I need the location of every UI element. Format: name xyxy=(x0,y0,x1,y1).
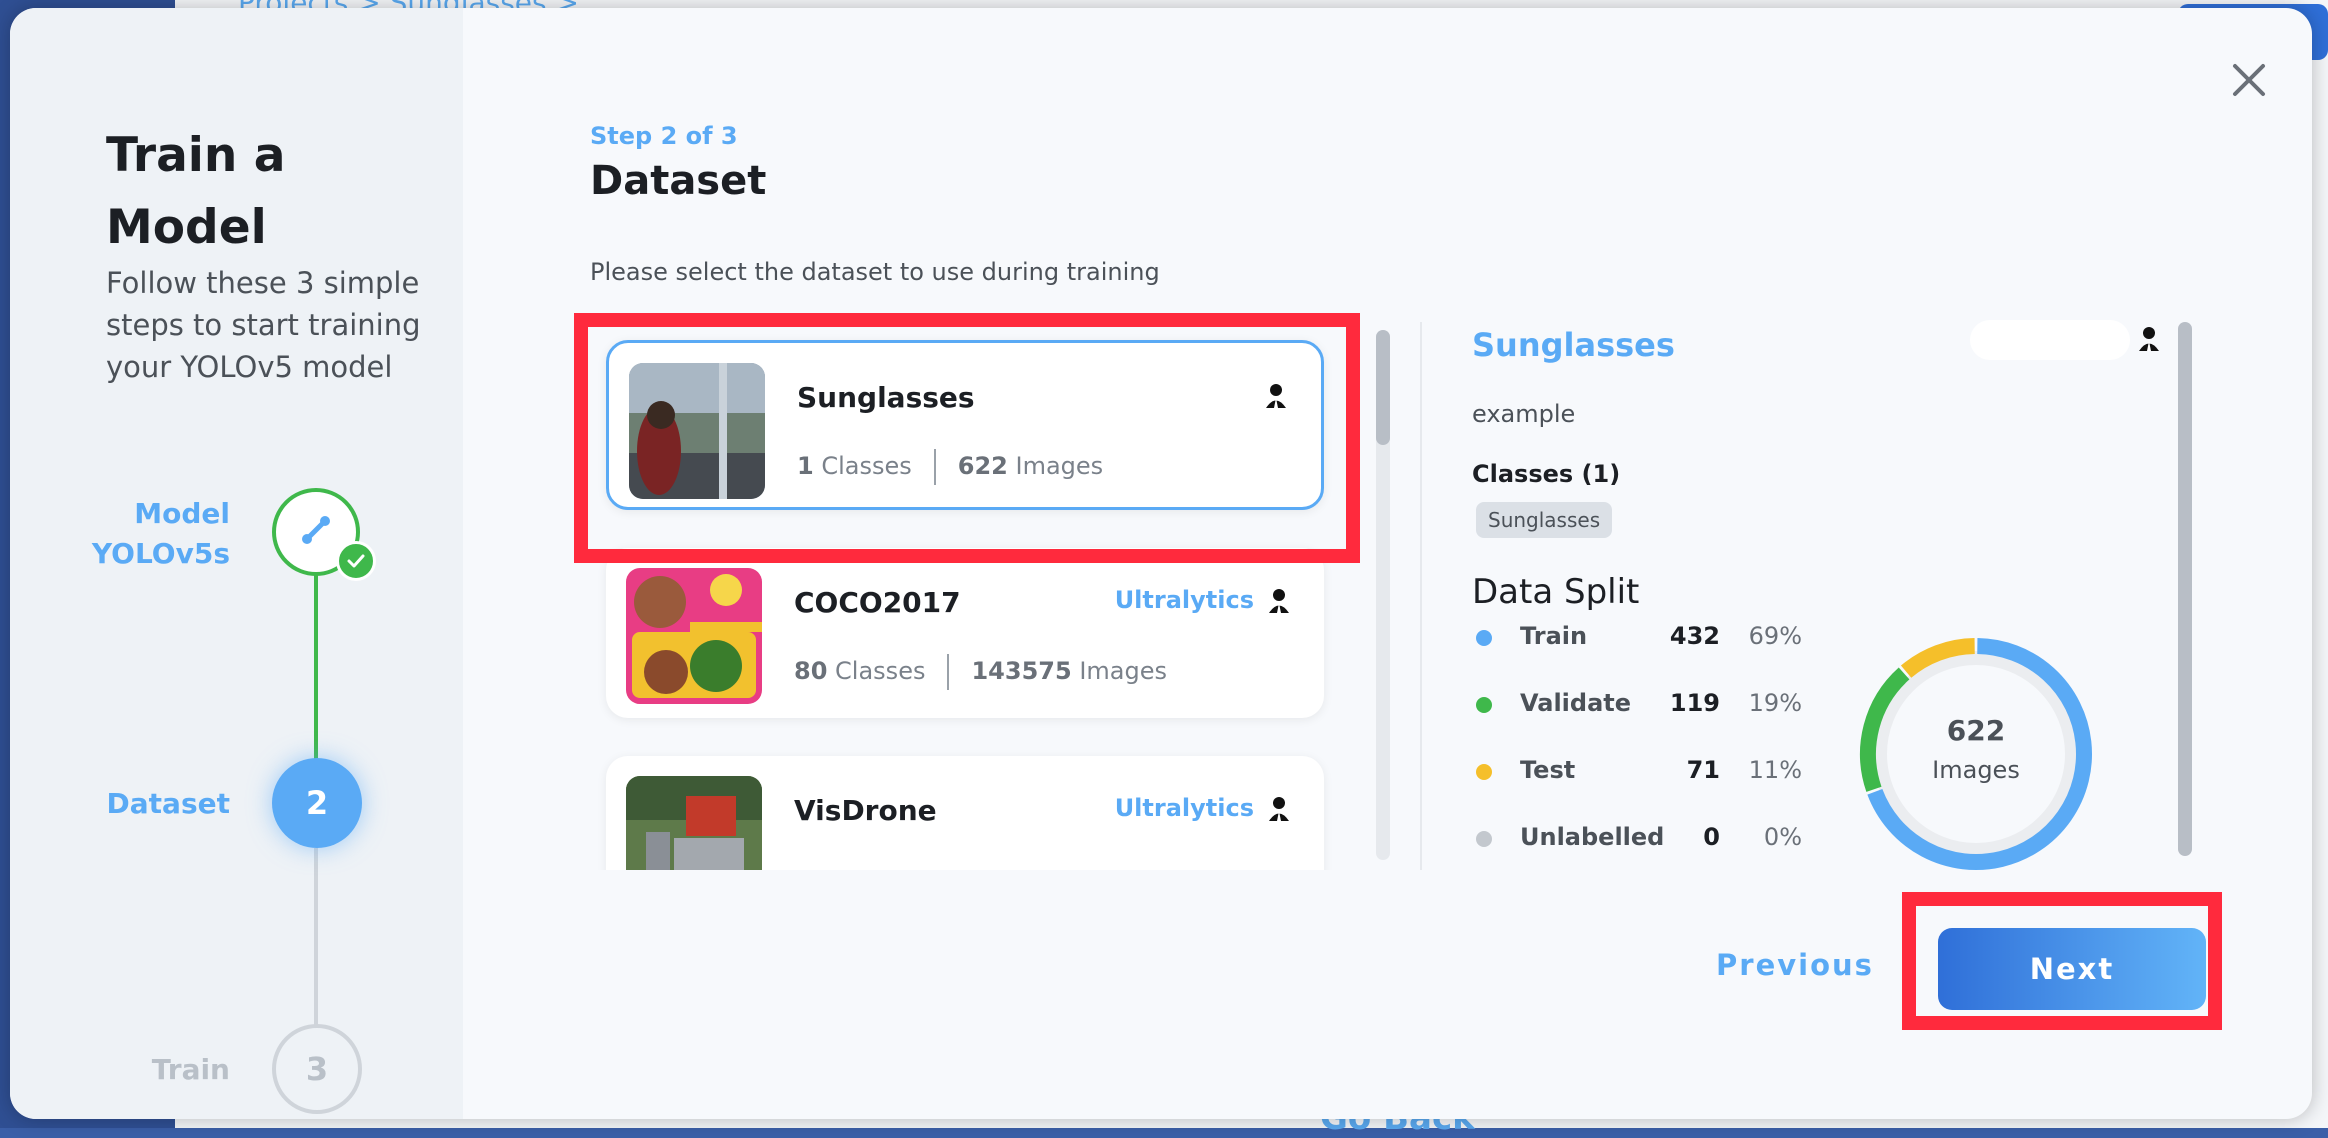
donut-center xyxy=(1888,666,2064,842)
donut-total-label: Images xyxy=(1932,756,2020,784)
split-label: Validate xyxy=(1520,689,1632,717)
donut-total: 622 xyxy=(1946,714,2006,747)
data-split-donut xyxy=(1860,638,2092,870)
pane-divider xyxy=(1420,322,1422,870)
dataset-owner: Ultralytics xyxy=(1114,794,1254,822)
dataset-classes-label: Classes xyxy=(835,657,926,685)
next-button[interactable]: Next xyxy=(1938,928,2206,1010)
dataset-classes-count: 1 xyxy=(797,452,814,480)
page-title: Dataset xyxy=(590,158,767,204)
dataset-stats: 1 Classes 622 Images xyxy=(797,449,1103,485)
legend-dot xyxy=(1476,764,1492,780)
dataset-owner-redacted xyxy=(1109,377,1259,421)
previous-button[interactable]: Previous xyxy=(1710,948,1880,992)
selected-dataset-description: example xyxy=(1472,400,1576,428)
step-label-train[interactable]: Train xyxy=(70,1050,230,1090)
user-icon xyxy=(1269,589,1289,613)
stats-divider xyxy=(933,449,936,485)
close-button[interactable] xyxy=(2225,56,2273,104)
dataset-owner: Ultralytics xyxy=(1114,586,1254,614)
close-icon xyxy=(2233,64,2265,96)
stepper-line-complete xyxy=(314,544,318,762)
step-label-model-line1: Model xyxy=(134,497,230,530)
class-chip: Sunglasses xyxy=(1476,502,1613,538)
dataset-name: VisDrone xyxy=(794,794,937,827)
modal-subtitle: Follow these 3 simple steps to start tra… xyxy=(106,266,421,384)
split-label: Train xyxy=(1520,622,1588,650)
step-label-dataset[interactable]: Dataset xyxy=(70,784,230,824)
check-icon xyxy=(336,541,376,581)
dataset-thumbnail xyxy=(626,568,762,704)
dataset-classes-count: 80 xyxy=(794,657,828,685)
dataset-list-scrollbar-thumb[interactable] xyxy=(1376,330,1390,445)
split-percent: 19% xyxy=(1748,689,1802,717)
split-percent: 69% xyxy=(1748,622,1802,650)
split-row-validate: Validate 119 19% xyxy=(1472,685,1802,725)
link-icon xyxy=(298,512,334,552)
split-count: 0 xyxy=(1703,823,1720,851)
split-row-unlabelled: Unlabelled 0 0% xyxy=(1472,819,1802,859)
step-label-model-line2: YOLOv5s xyxy=(91,537,230,570)
split-percent: 0% xyxy=(1763,823,1802,851)
dataset-name: COCO2017 xyxy=(794,586,961,619)
legend-dot xyxy=(1476,831,1492,847)
split-count: 432 xyxy=(1669,622,1720,650)
user-icon xyxy=(1269,797,1289,821)
split-row-train: Train 432 69% xyxy=(1472,618,1802,658)
legend-dot xyxy=(1476,630,1492,646)
dataset-thumbnail xyxy=(629,363,765,499)
legend-dot xyxy=(1476,697,1492,713)
step-indicator: Step 2 of 3 xyxy=(590,122,738,150)
selected-dataset-name: Sunglasses xyxy=(1472,326,1675,364)
user-icon xyxy=(1266,384,1286,408)
dataset-images-count: 622 xyxy=(957,452,1008,480)
train-model-modal: Train a Model Follow these 3 simple step… xyxy=(10,8,2312,1119)
step-circle-train[interactable]: 3 xyxy=(272,1024,362,1114)
step-circle-dataset[interactable]: 2 xyxy=(272,758,362,848)
dataset-card-sunglasses[interactable]: Sunglasses 1 Classes 622 Images xyxy=(606,340,1324,510)
dataset-classes-label: Classes xyxy=(821,452,912,480)
split-label: Unlabelled xyxy=(1520,823,1665,851)
page-description: Please select the dataset to use during … xyxy=(590,258,1160,286)
stats-divider xyxy=(947,654,950,690)
dataset-name: Sunglasses xyxy=(797,381,975,414)
classes-heading: Classes (1) xyxy=(1472,460,1621,488)
dataset-list[interactable]: Sunglasses 1 Classes 622 Images COCO2017… xyxy=(576,320,1360,870)
split-row-test: Test 71 11% xyxy=(1472,752,1802,792)
step-label-model[interactable]: Model YOLOv5s xyxy=(70,494,230,574)
dataset-card-coco2017[interactable]: COCO2017 Ultralytics 80 Classes 143575 Im… xyxy=(606,548,1324,718)
dataset-stats: 80 Classes 143575 Images xyxy=(794,654,1167,690)
stepper-panel: Train a Model Follow these 3 simple step… xyxy=(10,8,463,1119)
split-count: 119 xyxy=(1669,689,1720,717)
dataset-list-scrollbar[interactable] xyxy=(1376,330,1390,860)
split-label: Test xyxy=(1520,756,1576,784)
dataset-images-label: Images xyxy=(1015,452,1104,480)
stepper-line-upcoming xyxy=(314,848,318,1028)
split-count: 71 xyxy=(1686,756,1720,784)
dataset-thumbnail xyxy=(626,776,762,870)
split-percent: 11% xyxy=(1748,756,1802,784)
details-scrollbar[interactable] xyxy=(2178,322,2192,856)
dataset-images-count: 143575 xyxy=(971,657,1072,685)
modal-title: Train a Model xyxy=(106,128,286,255)
data-split-heading: Data Split xyxy=(1472,572,1640,612)
user-icon xyxy=(2139,327,2159,351)
dataset-card-visdrone[interactable]: VisDrone Ultralytics xyxy=(606,756,1324,870)
dataset-images-label: Images xyxy=(1079,657,1167,685)
selected-dataset-owner-redacted xyxy=(1970,320,2130,360)
